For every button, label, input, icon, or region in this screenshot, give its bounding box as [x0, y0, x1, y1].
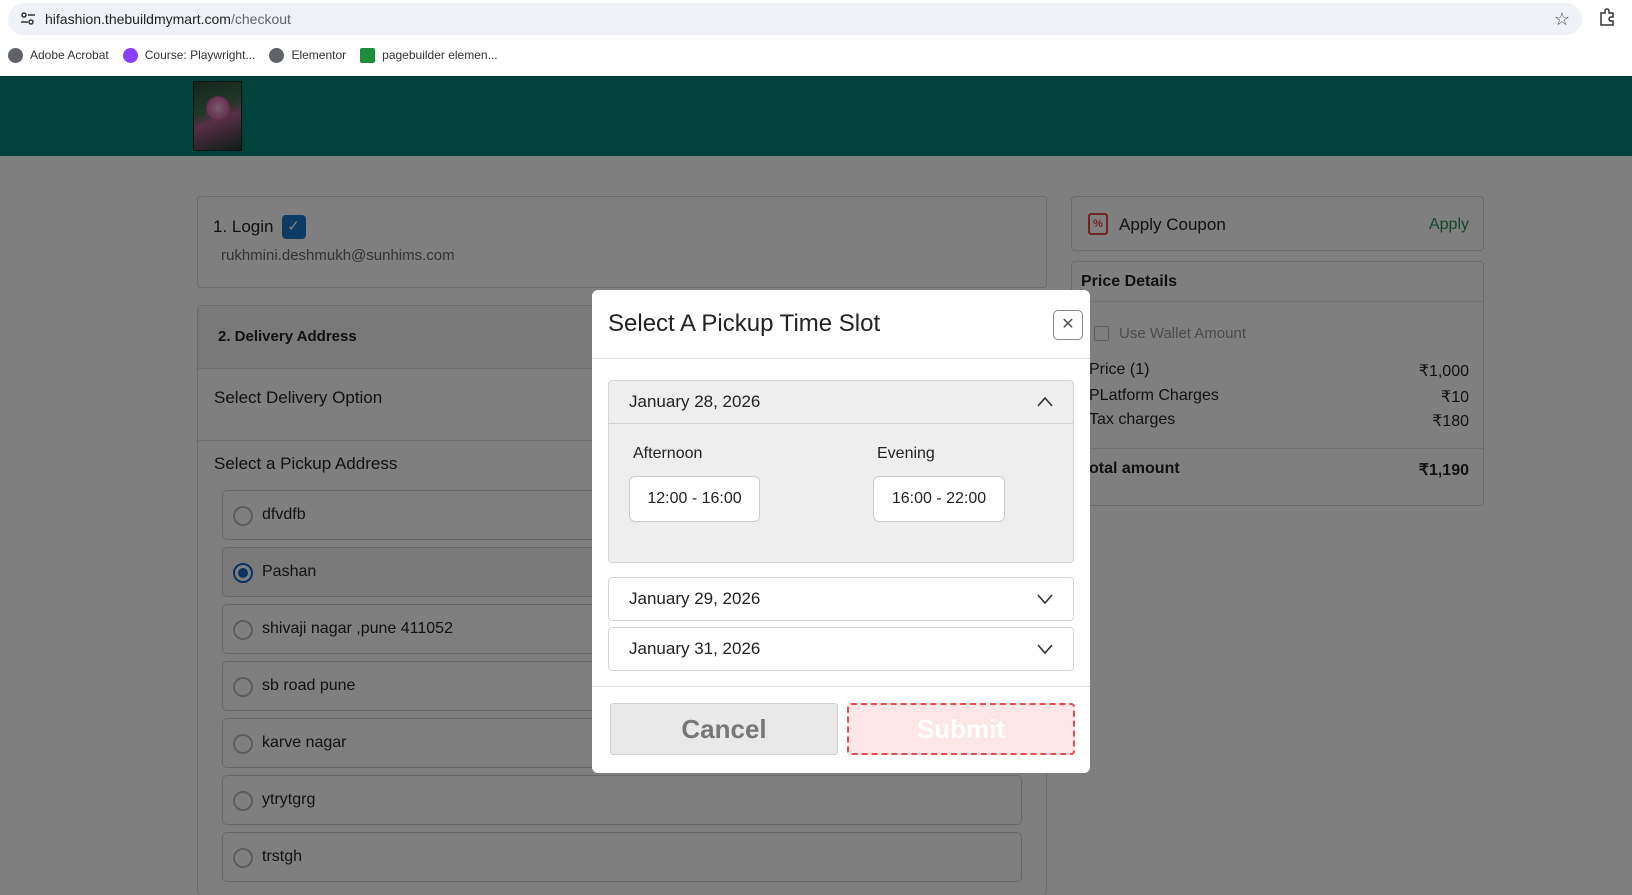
submit-button[interactable]: Submit: [847, 703, 1075, 755]
chevron-down-icon: [1037, 644, 1053, 655]
bookmark-label: Elementor: [291, 48, 347, 62]
site-settings-icon[interactable]: [20, 11, 36, 27]
close-icon[interactable]: ✕: [1053, 310, 1083, 340]
browser-chrome: hifashion.thebuildmymart.com/checkout ☆ …: [0, 0, 1632, 76]
chevron-down-icon: [1037, 594, 1053, 605]
url-path: /checkout: [230, 11, 291, 27]
globe-icon: [8, 47, 23, 63]
bookmark-pagebuilder[interactable]: pagebuilder elemen...: [360, 47, 498, 63]
date-accordion-header[interactable]: January 29, 2026: [609, 578, 1073, 621]
evening-label: Evening: [877, 445, 935, 462]
date-accordion[interactable]: January 31, 2026: [608, 627, 1074, 671]
bookmark-label: Course: Playwright...: [144, 48, 256, 62]
bookmark-star-icon[interactable]: ☆: [1554, 9, 1570, 29]
bookmark-label: pagebuilder elemen...: [382, 48, 498, 62]
slot-afternoon-button[interactable]: 12:00 - 16:00: [629, 476, 760, 522]
address-bar[interactable]: hifashion.thebuildmymart.com/checkout ☆: [8, 3, 1582, 35]
url-text[interactable]: hifashion.thebuildmymart.com/checkout: [45, 11, 291, 27]
afternoon-label: Afternoon: [633, 445, 703, 462]
sheets-icon: [360, 47, 376, 63]
bookmark-course-playwright[interactable]: Course: Playwright...: [122, 47, 256, 63]
date-label: January 28, 2026: [629, 392, 761, 411]
chevron-up-icon: [1037, 396, 1053, 407]
pickup-time-slot-modal: Select A Pickup Time Slot ✕ January 28, …: [592, 290, 1090, 773]
date-accordion-expanded: January 28, 2026 Afternoon 12:00 - 16:00…: [608, 380, 1074, 563]
globe-icon: [269, 47, 285, 63]
date-accordion-header[interactable]: January 28, 2026: [609, 381, 1073, 424]
bookmarks-bar: Adobe Acrobat Course: Playwright... Elem…: [8, 44, 498, 66]
slot-evening-button[interactable]: 16:00 - 22:00: [873, 476, 1005, 522]
cancel-button[interactable]: Cancel: [610, 703, 838, 755]
bookmark-elementor[interactable]: Elementor: [269, 47, 347, 63]
course-icon: [122, 47, 138, 63]
url-domain: hifashion.thebuildmymart.com: [45, 11, 231, 27]
date-label: January 29, 2026: [629, 589, 761, 608]
bookmark-label: Adobe Acrobat: [30, 48, 109, 62]
bookmark-adobe-acrobat[interactable]: Adobe Acrobat: [8, 47, 109, 63]
divider: [592, 358, 1090, 359]
modal-title: Select A Pickup Time Slot: [608, 310, 881, 337]
date-label: January 31, 2026: [629, 639, 761, 658]
date-accordion[interactable]: January 29, 2026: [608, 577, 1074, 621]
divider: [592, 686, 1090, 687]
date-accordion-header[interactable]: January 31, 2026: [609, 628, 1073, 671]
extensions-icon[interactable]: [1598, 8, 1616, 26]
